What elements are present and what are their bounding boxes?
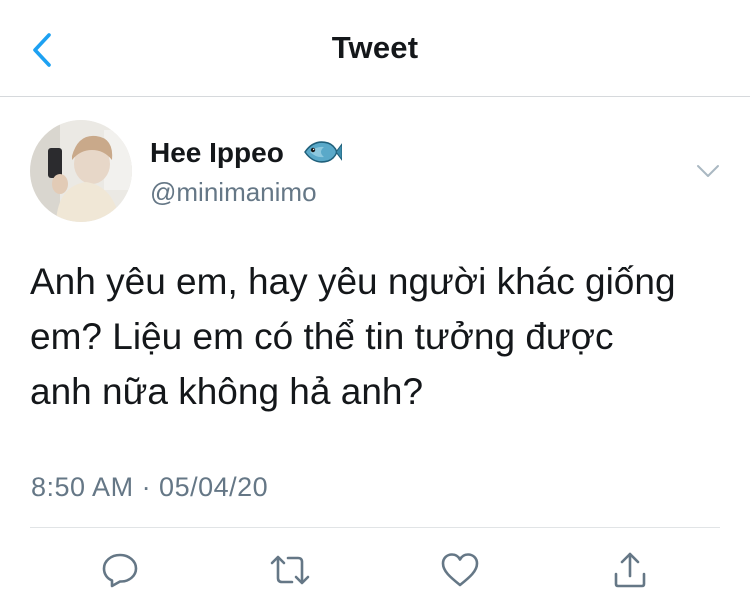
author-handle[interactable]: @minimanimo [150, 177, 317, 208]
reply-button[interactable] [98, 550, 142, 594]
navigation-bar: Tweet [0, 0, 750, 97]
tweet-timestamp[interactable]: 8:50 AM · 05/04/20 [31, 472, 268, 503]
retweet-icon [268, 550, 312, 595]
share-icon [610, 550, 650, 595]
like-icon [440, 551, 480, 594]
tweet-menu-button[interactable] [690, 155, 726, 191]
reply-icon [100, 550, 140, 595]
avatar[interactable] [30, 120, 132, 222]
tweet-text-line: em? Liệu em có thể tin tưởng được [30, 316, 614, 357]
divider [30, 527, 720, 528]
tweet-text-line: Anh yêu em, hay yêu người khác giống [30, 261, 676, 302]
page-title: Tweet [331, 30, 419, 65]
fish-icon [302, 135, 343, 174]
tweet-text: Anh yêu em, hay yêu người khác giống em?… [30, 254, 730, 419]
like-button[interactable] [438, 550, 482, 594]
retweet-button[interactable] [268, 550, 312, 594]
author-display-name[interactable]: Hee Ippeo [150, 137, 284, 169]
share-button[interactable] [608, 550, 652, 594]
tweet-text-line: anh nữa không hả anh? [30, 371, 424, 412]
chevron-down-icon [696, 164, 720, 183]
